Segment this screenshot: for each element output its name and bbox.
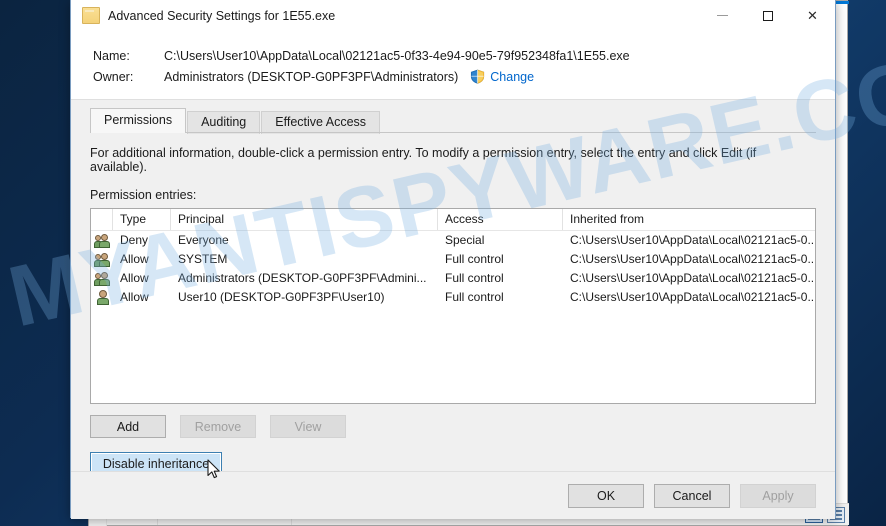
column-header-type[interactable]: Type — [113, 209, 171, 230]
row-type: Allow — [120, 252, 149, 266]
group-icon — [94, 271, 111, 286]
table-row[interactable]: Allow Administrators (DESKTOP-G0PF3PF\Ad… — [91, 269, 815, 288]
column-header-access[interactable]: Access — [438, 209, 563, 230]
close-icon: ✕ — [807, 7, 818, 23]
desktop-background: 1 item 1 item selected 767 KB MYANTISPYW… — [0, 0, 886, 526]
row-principal: Everyone — [178, 233, 229, 247]
maximize-icon — [762, 10, 773, 21]
permission-entries-table[interactable]: Type Principal Access Inherited from Den… — [90, 208, 816, 404]
window-controls: ✕ — [700, 0, 835, 31]
close-button[interactable]: ✕ — [790, 0, 835, 31]
group-icon — [94, 233, 111, 248]
view-button: View — [270, 415, 346, 438]
minimize-icon — [717, 15, 728, 16]
dialog-title: Advanced Security Settings for 1E55.exe — [108, 8, 336, 23]
owner-label: Owner: — [93, 69, 134, 84]
row-icon-cell — [91, 288, 113, 307]
instruction-text: For additional information, double-click… — [90, 146, 757, 174]
maximize-button[interactable] — [745, 0, 790, 31]
change-owner-link[interactable]: Change — [490, 70, 534, 84]
dialog-body: Name: C:\Users\User10\AppData\Local\0212… — [71, 32, 835, 519]
tab-auditing[interactable]: Auditing — [187, 111, 261, 134]
row-inherited-from: C:\Users\User10\AppData\Local\02121ac5-0… — [570, 290, 815, 304]
file-info-panel: Name: C:\Users\User10\AppData\Local\0212… — [71, 32, 835, 100]
folder-icon — [82, 7, 100, 24]
row-inherited-from: C:\Users\User10\AppData\Local\02121ac5-0… — [570, 271, 815, 285]
dialog-footer: OK Cancel Apply — [71, 471, 835, 519]
remove-button: Remove — [180, 415, 256, 438]
name-row: Name: C:\Users\User10\AppData\Local\0212… — [71, 46, 835, 66]
user-icon — [95, 290, 111, 305]
tab-permissions-label: Permissions — [104, 113, 173, 127]
dialog-titlebar[interactable]: Advanced Security Settings for 1E55.exe … — [71, 0, 835, 32]
row-principal: Administrators (DESKTOP-G0PF3PF\Admini..… — [178, 271, 427, 285]
permission-entries-label: Permission entries: — [90, 188, 197, 202]
row-access: Full control — [445, 271, 504, 285]
column-header-icon — [91, 209, 113, 230]
name-label: Name: — [93, 49, 130, 63]
column-header-inherited-from[interactable]: Inherited from — [563, 209, 815, 230]
table-row[interactable]: Allow SYSTEM Full control C:\Users\User1… — [91, 250, 815, 269]
entry-action-buttons: Add Remove View — [90, 415, 816, 438]
permissions-tab-panel: For additional information, double-click… — [90, 133, 816, 476]
row-type: Allow — [120, 271, 149, 285]
row-principal: SYSTEM — [178, 252, 228, 266]
tab-strip: Permissions Auditing Effective Access — [71, 108, 835, 134]
row-principal: User10 (DESKTOP-G0PF3PF\User10) — [178, 290, 385, 304]
row-type: Allow — [120, 290, 149, 304]
apply-button: Apply — [740, 483, 816, 508]
group-icon — [94, 252, 111, 267]
add-button[interactable]: Add — [90, 415, 166, 438]
uac-shield-icon — [471, 69, 485, 84]
row-access: Special — [445, 233, 485, 247]
tab-effective-access[interactable]: Effective Access — [261, 111, 381, 134]
row-inherited-from: C:\Users\User10\AppData\Local\02121ac5-0… — [570, 252, 815, 266]
tab-underline — [90, 132, 816, 133]
table-row[interactable]: Allow User10 (DESKTOP-G0PF3PF\User10) Fu… — [91, 288, 815, 307]
row-icon-cell — [91, 269, 113, 288]
table-header-row: Type Principal Access Inherited from — [91, 209, 815, 231]
column-header-principal[interactable]: Principal — [171, 209, 438, 230]
advanced-security-settings-dialog: Advanced Security Settings for 1E55.exe … — [70, 0, 836, 519]
row-access: Full control — [445, 290, 504, 304]
row-icon-cell — [91, 250, 113, 269]
owner-value: Administrators (DESKTOP-G0PF3PF\Administ… — [164, 69, 459, 84]
row-type: Deny — [120, 233, 149, 247]
name-value: C:\Users\User10\AppData\Local\02121ac5-0… — [164, 49, 630, 63]
cancel-button[interactable]: Cancel — [654, 483, 730, 508]
ok-button[interactable]: OK — [568, 483, 644, 508]
tab-effective-access-label: Effective Access — [275, 115, 367, 129]
tab-permissions[interactable]: Permissions — [90, 108, 187, 133]
owner-row: Owner: Administrators (DESKTOP-G0PF3PF\A… — [71, 66, 835, 87]
row-icon-cell — [91, 231, 113, 250]
tab-auditing-label: Auditing — [201, 115, 247, 129]
table-row[interactable]: Deny Everyone Special C:\Users\User10\Ap… — [91, 231, 815, 250]
row-inherited-from: C:\Users\User10\AppData\Local\02121ac5-0… — [570, 233, 815, 247]
minimize-button[interactable] — [700, 0, 745, 31]
row-access: Full control — [445, 252, 504, 266]
